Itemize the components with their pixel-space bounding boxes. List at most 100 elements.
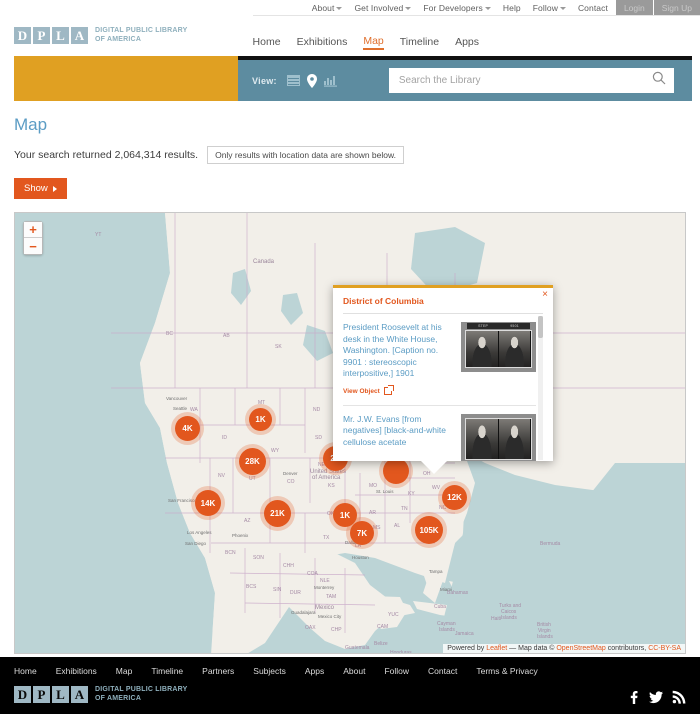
footer-link-about[interactable]: About [343,666,365,676]
toolbar-strip: View: [0,56,700,101]
rss-icon[interactable] [671,689,686,704]
license-link[interactable]: CC-BY-SA [648,645,681,652]
dpla-logo[interactable]: DPLA DIGITAL PUBLIC LIBRARY OF AMERICA [14,27,188,44]
close-icon[interactable]: × [542,290,548,300]
popup-item-title[interactable]: President Roosevelt at his desk in the W… [343,322,453,380]
utility-link-label: For Developers [423,3,483,13]
map-region-label: WY [271,448,279,454]
map-cluster-marker[interactable]: 4K [175,416,200,441]
nav-item-timeline[interactable]: Timeline [400,36,439,49]
view-object-label: View Object [343,388,380,395]
view-object-link[interactable]: View Object [343,387,392,395]
map-region-label: MS [373,525,381,531]
footer-link-exhibitions[interactable]: Exhibitions [56,666,97,676]
thumbnail-photo [465,330,532,368]
map-region-label: TAM [326,594,336,600]
map-region-label: TX [323,535,329,541]
logo-line-2: OF AMERICA [95,36,188,45]
list-item[interactable]: President Roosevelt at his desk in the W… [343,314,536,406]
map-cluster-marker[interactable]: 21K [264,500,291,527]
map-popup[interactable]: × District of Columbia President Rooseve… [333,285,553,461]
map-region-label: AR [369,510,376,516]
utility-link-label: Contact [578,3,608,13]
footer-logo-tile-a: A [71,686,88,703]
map-region-label: CO [287,479,295,485]
thumbnail-image[interactable] [461,414,536,462]
nav-item-map[interactable]: Map [363,35,383,50]
zoom-in-button[interactable]: + [24,222,42,238]
login-button[interactable]: Login [616,0,654,15]
footer-link-contact[interactable]: Contact [428,666,457,676]
map-cluster-marker[interactable]: 14K [195,490,221,516]
map-cluster-marker[interactable]: 7K [350,521,374,545]
map-region-label: CHP [331,627,342,633]
popup-scrollbar-thumb[interactable] [538,316,543,338]
thumbnail-image[interactable]: STEP 9501 [461,322,536,372]
footer-link-apps[interactable]: Apps [305,666,324,676]
map-city-label: Seattle [173,406,187,411]
zoom-out-button[interactable]: − [24,238,42,254]
utility-link-contact[interactable]: Contact [578,3,608,13]
chevron-down-icon [336,7,342,10]
map-city-label: Guadalajara [291,610,316,615]
map-cluster-marker[interactable]: 28K [239,448,266,475]
map-cluster-marker[interactable]: 12K [442,485,467,510]
utility-link-follow[interactable]: Follow [533,3,566,13]
list-item[interactable]: Mr. J.W. Evans [from negatives] [black-a… [343,406,536,462]
map-region-label: Guatemala [345,645,369,651]
map-region-label: Islands [439,627,455,633]
map-cluster-marker[interactable]: 105K [415,516,443,544]
footer-logo-tiles: DPLA [14,686,88,703]
footer-link-follow[interactable]: Follow [384,666,409,676]
nav-item-exhibitions[interactable]: Exhibitions [297,36,348,49]
show-button[interactable]: Show [14,178,67,199]
utility-link-get-involved[interactable]: Get Involved [354,3,411,13]
map-region-label: BC [166,331,173,337]
map-region-label: BCS [246,584,256,590]
search-icon[interactable] [652,71,666,90]
map-zoom-controls[interactable]: + − [23,221,43,255]
footer-link-map[interactable]: Map [116,666,133,676]
popup-results-list[interactable]: President Roosevelt at his desk in the W… [343,313,543,461]
footer-link-terms-privacy[interactable]: Terms & Privacy [476,666,537,676]
facebook-icon[interactable] [625,689,640,704]
utility-link-help[interactable]: Help [503,3,521,13]
logo-tile-p: P [33,27,50,44]
attribution-suffix: contributors, [606,645,648,652]
nav-item-apps[interactable]: Apps [455,36,479,49]
map-region-label: WA [190,407,198,413]
openstreetmap-link[interactable]: OpenStreetMap [556,645,605,652]
list-view-icon[interactable] [287,75,300,86]
chevron-right-icon [53,186,57,192]
chevron-down-icon [485,7,491,10]
nav-item-home[interactable]: Home [253,36,281,49]
map-region-label: UT [249,476,256,482]
utility-link-label: Help [503,3,521,13]
logo-wordmark: DIGITAL PUBLIC LIBRARY OF AMERICA [95,27,188,44]
footer-link-subjects[interactable]: Subjects [253,666,286,676]
map-region-label: TN [401,506,408,512]
signup-button[interactable]: Sign Up [654,0,700,15]
map-region-label: of America [312,475,340,481]
twitter-icon[interactable] [648,689,663,704]
popup-item-title[interactable]: Mr. J.W. Evans [from negatives] [black-a… [343,414,453,449]
utility-link-label: About [312,3,335,13]
timeline-view-icon[interactable] [324,75,337,87]
map-cluster-marker[interactable] [383,458,409,484]
map-view-icon[interactable] [307,74,317,88]
thumbnail-caption: STEP 9501 [467,323,530,329]
utility-link-about[interactable]: About [312,3,343,13]
footer-logo-line-1: DIGITAL PUBLIC LIBRARY [95,686,188,695]
map-region-label: DUR [290,590,301,596]
search-box[interactable] [389,68,674,93]
attribution-prefix: Powered by [447,645,486,652]
footer-link-timeline[interactable]: Timeline [151,666,183,676]
footer-link-partners[interactable]: Partners [202,666,234,676]
map-canvas[interactable]: + − YTCanadaBCABSKMBWANDMTORIDSDWYNENVUT… [14,212,686,654]
utility-link-for-developers[interactable]: For Developers [423,3,491,13]
leaflet-link[interactable]: Leaflet [486,645,507,652]
search-input[interactable] [399,75,652,86]
map-cluster-marker[interactable]: 1K [249,408,272,431]
footer-link-home[interactable]: Home [14,666,37,676]
footer-logo[interactable]: DPLA DIGITAL PUBLIC LIBRARY OF AMERICA [14,686,188,703]
